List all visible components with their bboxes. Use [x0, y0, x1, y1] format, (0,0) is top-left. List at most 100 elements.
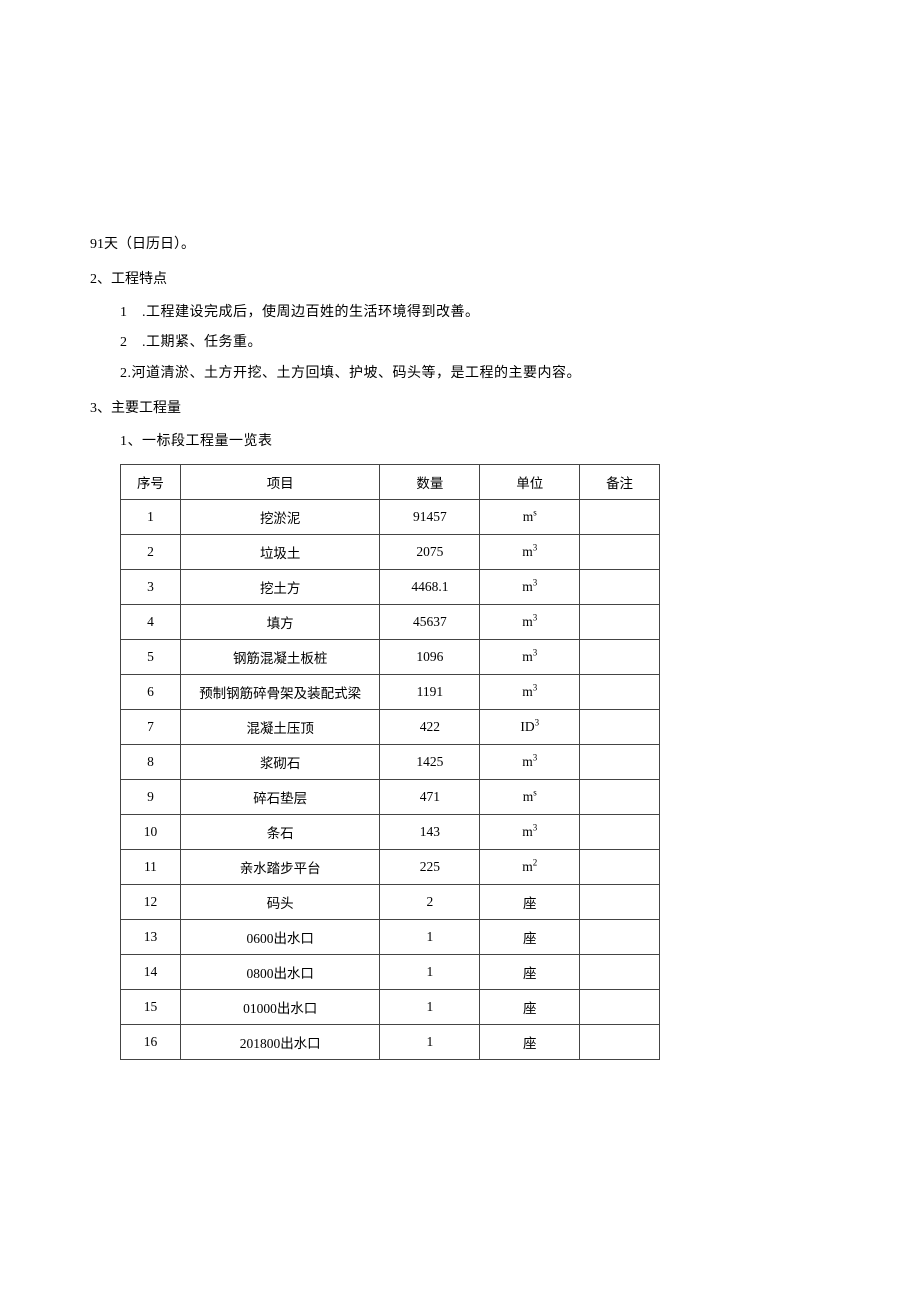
cell-item: 201800出水口 — [180, 1024, 380, 1059]
cell-qty: 2075 — [380, 534, 480, 569]
unit-sup: s — [533, 787, 537, 797]
unit-base: m — [522, 649, 533, 664]
cell-unit: m3 — [480, 604, 580, 639]
cell-qty: 91457 — [380, 499, 480, 534]
list-item-text: 工期紧、任务重。 — [146, 335, 262, 350]
unit-base: ID — [520, 719, 534, 734]
cell-item: 亲水踏步平台 — [180, 849, 380, 884]
cell-item: 挖土方 — [180, 569, 380, 604]
section2-item-2: 2 .工期紧、任务重。 — [90, 328, 795, 359]
cell-remark — [580, 569, 660, 604]
cell-seq: 3 — [121, 569, 181, 604]
cell-qty: 1425 — [380, 744, 480, 779]
cell-unit: 座 — [480, 989, 580, 1024]
cell-remark — [580, 499, 660, 534]
cell-qty: 1 — [380, 919, 480, 954]
cell-remark — [580, 709, 660, 744]
cell-seq: 7 — [121, 709, 181, 744]
cell-remark — [580, 534, 660, 569]
cell-item: 浆砌石 — [180, 744, 380, 779]
cell-remark — [580, 989, 660, 1024]
document-page: 91天（日历日）。 2、工程特点 1 .工程建设完成后，使周边百姓的生活环境得到… — [0, 0, 920, 1301]
cell-remark — [580, 814, 660, 849]
cell-unit: m3 — [480, 534, 580, 569]
unit-base: m — [522, 579, 533, 594]
table-row: 140800出水口1座 — [121, 954, 660, 989]
unit-base: m — [522, 859, 533, 874]
table-row: 9碎石垫层471ms — [121, 779, 660, 814]
cell-remark — [580, 604, 660, 639]
cell-seq: 5 — [121, 639, 181, 674]
cell-remark — [580, 674, 660, 709]
table-row: 10条石143m3 — [121, 814, 660, 849]
cell-qty: 45637 — [380, 604, 480, 639]
cell-seq: 11 — [121, 849, 181, 884]
cell-remark — [580, 849, 660, 884]
cell-seq: 8 — [121, 744, 181, 779]
unit-sup: 2 — [533, 857, 538, 867]
table-row: 4填方45637m3 — [121, 604, 660, 639]
cell-seq: 16 — [121, 1024, 181, 1059]
cell-item: 挖淤泥 — [180, 499, 380, 534]
intro-line: 91天（日历日）。 — [90, 230, 795, 261]
cell-unit: 座 — [480, 884, 580, 919]
cell-seq: 6 — [121, 674, 181, 709]
unit-sup: 3 — [533, 682, 538, 692]
table-row: 12码头2座 — [121, 884, 660, 919]
unit-base: 座 — [523, 1001, 537, 1016]
section2-heading: 2、工程特点 — [90, 265, 795, 296]
table-row: 7混凝土压顶422ID3 — [121, 709, 660, 744]
cell-unit: 座 — [480, 1024, 580, 1059]
cell-seq: 4 — [121, 604, 181, 639]
cell-qty: 471 — [380, 779, 480, 814]
table-row: 11亲水踏步平台225 m2 — [121, 849, 660, 884]
cell-remark — [580, 779, 660, 814]
cell-seq: 9 — [121, 779, 181, 814]
list-item-text: 河道清淤、土方开挖、土方回填、护坡、码头等，是工程的主要内容。 — [132, 366, 582, 381]
cell-qty: 2 — [380, 884, 480, 919]
cell-qty: 422 — [380, 709, 480, 744]
cell-seq: 13 — [121, 919, 181, 954]
table-header-row: 序号 项目 数量 单位 备注 — [121, 464, 660, 499]
unit-base: m — [522, 544, 533, 559]
unit-sup: 3 — [535, 717, 540, 727]
section3-heading: 3、主要工程量 — [90, 394, 795, 425]
table-row: 6预制钢筋碎骨架及装配式梁1191m3 — [121, 674, 660, 709]
cell-qty: 1 — [380, 989, 480, 1024]
unit-base: 座 — [523, 1036, 537, 1051]
unit-sup: 3 — [533, 542, 538, 552]
cell-qty: 143 — [380, 814, 480, 849]
table-row: 16201800出水口1 座 — [121, 1024, 660, 1059]
cell-unit: 座 — [480, 919, 580, 954]
cell-seq: 15 — [121, 989, 181, 1024]
section2-item-1: 1 .工程建设完成后，使周边百姓的生活环境得到改善。 — [90, 298, 795, 329]
col-qty: 数量 — [380, 464, 480, 499]
cell-unit: m3 — [480, 744, 580, 779]
cell-item: 垃圾土 — [180, 534, 380, 569]
cell-qty: 4468.1 — [380, 569, 480, 604]
col-item: 项目 — [180, 464, 380, 499]
cell-item: 0600出水口 — [180, 919, 380, 954]
cell-remark — [580, 1024, 660, 1059]
cell-remark — [580, 744, 660, 779]
unit-base: m — [522, 824, 533, 839]
table-body: 1挖淤泥91457ms2垃圾土2075m33挖土方4468.1m34填方4563… — [121, 499, 660, 1059]
unit-base: 座 — [523, 966, 537, 981]
cell-qty: 225 — [380, 849, 480, 884]
cell-seq: 14 — [121, 954, 181, 989]
cell-qty: 1096 — [380, 639, 480, 674]
table-row: 1挖淤泥91457ms — [121, 499, 660, 534]
unit-sup: 3 — [533, 647, 538, 657]
quantity-table: 序号 项目 数量 单位 备注 1挖淤泥91457ms2垃圾土2075m33挖土方… — [120, 464, 660, 1060]
cell-item: 01000出水口 — [180, 989, 380, 1024]
cell-remark — [580, 639, 660, 674]
cell-remark — [580, 919, 660, 954]
unit-sup: 3 — [533, 612, 538, 622]
cell-unit: 座 — [480, 954, 580, 989]
unit-base: m — [523, 789, 534, 804]
cell-qty: 1 — [380, 1024, 480, 1059]
cell-item: 码头 — [180, 884, 380, 919]
unit-base: m — [523, 509, 534, 524]
cell-item: 条石 — [180, 814, 380, 849]
table-row: 2垃圾土2075m3 — [121, 534, 660, 569]
